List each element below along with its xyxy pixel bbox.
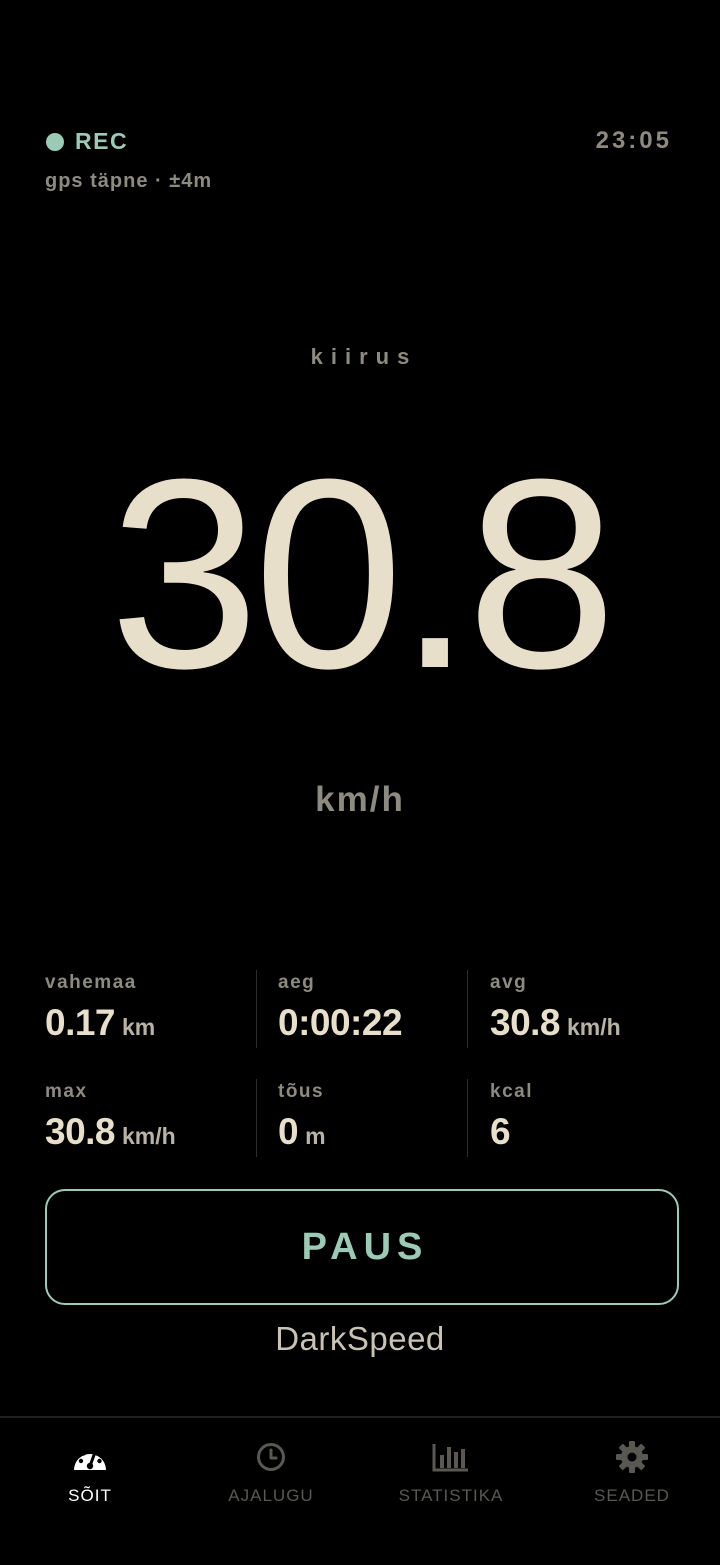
gear-icon — [612, 1438, 652, 1476]
stat-divider — [467, 970, 468, 1048]
nav-label: STATISTIKA — [398, 1486, 504, 1505]
stat-value: 6 — [490, 1111, 511, 1152]
speedometer-icon — [70, 1438, 110, 1476]
stat-calories: kcal 6 — [490, 1081, 700, 1153]
bottom-nav: SÕIT AJALUGU STATISTIKA SEADED — [0, 1416, 720, 1565]
stat-divider — [256, 1079, 257, 1157]
stat-elevation: tõus 0 m — [278, 1081, 488, 1153]
screen: REC 23:05 gps täpne · ±4m kiirus 30.8 km… — [0, 0, 720, 1565]
stat-unit: km — [122, 1014, 156, 1040]
nav-item-statistics[interactable]: STATISTIKA — [361, 1438, 541, 1506]
nav-label: AJALUGU — [228, 1486, 314, 1505]
stat-unit: km/h — [122, 1123, 176, 1149]
stat-label: avg — [490, 972, 528, 993]
stat-distance: vahemaa 0.17 km — [45, 972, 255, 1044]
stat-value: 0.17 — [45, 1002, 116, 1043]
stat-value: 30.8 — [45, 1111, 116, 1152]
stat-label: tõus — [278, 1081, 325, 1102]
speed-label: kiirus — [310, 344, 418, 369]
stat-label: max — [45, 1081, 88, 1102]
speed-unit: km/h — [315, 780, 405, 819]
stat-label: aeg — [278, 972, 316, 993]
stat-value: 0 — [278, 1111, 299, 1152]
nav-label: SÕIT — [68, 1486, 112, 1505]
recording-dot-icon — [46, 132, 64, 151]
app-brand: DarkSpeed — [275, 1320, 445, 1357]
speed-value: 30.8 — [109, 424, 617, 725]
stat-value: 30.8 — [490, 1002, 561, 1043]
stat-max: max 30.8 km/h — [45, 1081, 255, 1153]
nav-label: SEADED — [594, 1486, 670, 1505]
stat-time: aeg 0:00:22 — [278, 972, 488, 1044]
nav-item-history[interactable]: AJALUGU — [181, 1438, 361, 1506]
clock-icon — [251, 1438, 291, 1476]
stat-value: 0:00:22 — [278, 1002, 403, 1043]
bar-chart-icon — [431, 1438, 471, 1476]
nav-item-settings[interactable]: SEADED — [542, 1438, 720, 1506]
stat-label: vahemaa — [45, 972, 137, 993]
pause-button[interactable]: PAUS — [45, 1189, 679, 1305]
stat-label: kcal — [490, 1081, 533, 1102]
clock: 23:05 — [595, 127, 672, 154]
nav-item-ride[interactable]: SÕIT — [0, 1438, 180, 1506]
stat-average: avg 30.8 km/h — [490, 972, 700, 1044]
recording-indicator: REC — [46, 128, 128, 155]
stat-divider — [256, 970, 257, 1048]
recording-label: REC — [75, 128, 129, 154]
gps-status: gps täpne · ±4m — [45, 170, 213, 192]
stat-unit: m — [305, 1123, 326, 1149]
pause-button-label: PAUS — [301, 1225, 429, 1268]
stat-unit: km/h — [567, 1014, 621, 1040]
stat-divider — [467, 1079, 468, 1157]
